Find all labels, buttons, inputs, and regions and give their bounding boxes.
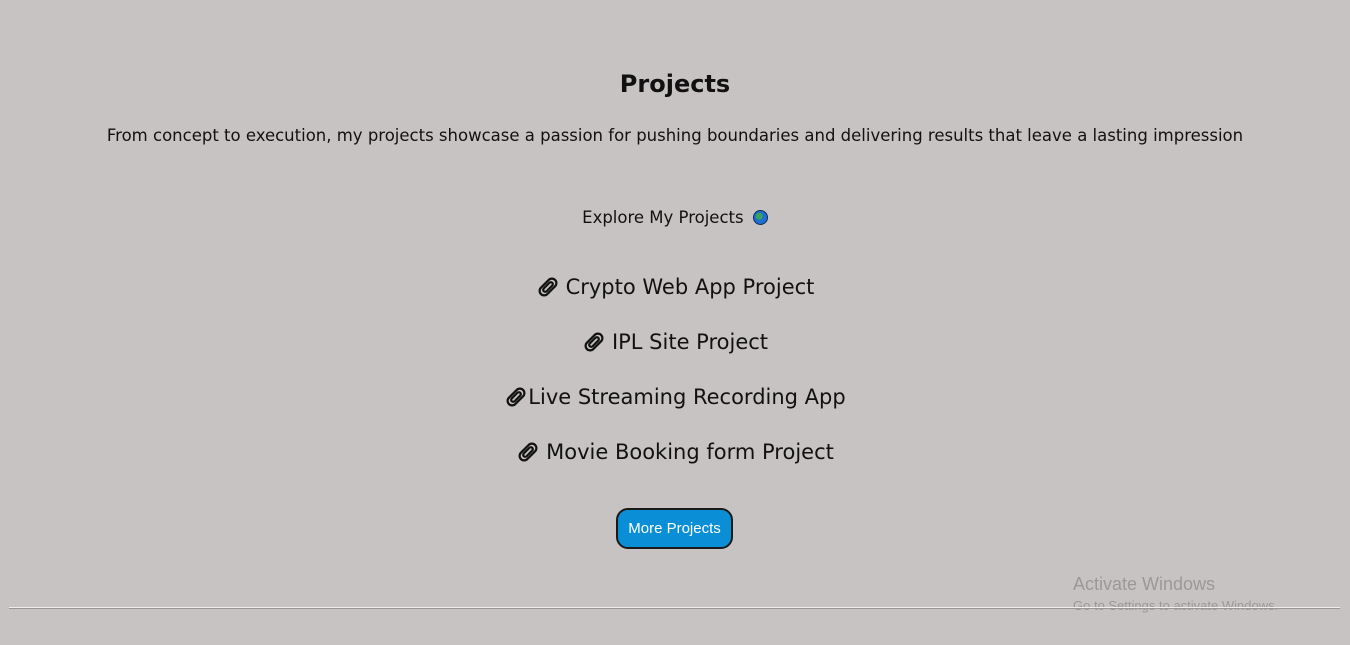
project-list: Crypto Web App Project IPL Site Project [0, 270, 1350, 490]
project-link-live-streaming[interactable]: Live Streaming Recording App [504, 385, 846, 409]
paperclip-icon [584, 332, 604, 352]
more-projects-button[interactable]: More Projects [616, 508, 733, 549]
list-item: Movie Booking form Project [0, 435, 1350, 490]
project-label: Live Streaming Recording App [528, 385, 846, 409]
project-label: Crypto Web App Project [565, 275, 815, 299]
watermark-title: Activate Windows [1073, 574, 1216, 594]
projects-page: Projects From concept to execution, my p… [0, 0, 1350, 645]
section-title: Projects [619, 70, 731, 98]
list-item: Live Streaming Recording App [0, 380, 1350, 435]
project-label: IPL Site Project [611, 330, 769, 354]
watermark-subtitle: Go to Settings to activate Windows. [1073, 598, 1279, 613]
paperclip-icon [506, 387, 526, 407]
explore-label: Explore My Projects [582, 208, 744, 227]
paperclip-icon [538, 277, 558, 297]
paperclip-icon [518, 442, 538, 462]
explore-heading: Explore My Projects [0, 208, 1350, 227]
globe-icon [752, 210, 768, 225]
list-item: IPL Site Project [0, 325, 1350, 380]
list-item: Crypto Web App Project [0, 270, 1350, 325]
project-link-crypto[interactable]: Crypto Web App Project [536, 275, 815, 299]
section-subtitle: From concept to execution, my projects s… [106, 126, 1244, 145]
project-label: Movie Booking form Project [546, 440, 834, 464]
footer-divider [9, 607, 1340, 609]
project-link-ipl[interactable]: IPL Site Project [582, 330, 768, 354]
project-link-movie-booking[interactable]: Movie Booking form Project [516, 440, 834, 464]
